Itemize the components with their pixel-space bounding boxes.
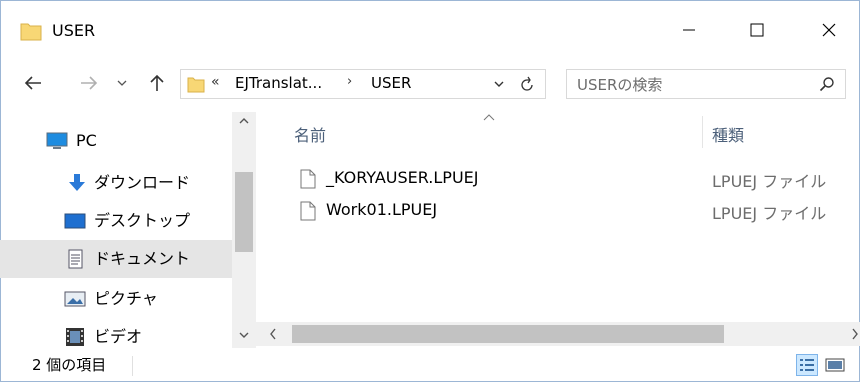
- recent-locations-button[interactable]: [114, 70, 130, 96]
- scrollbar-thumb[interactable]: [235, 172, 253, 252]
- address-bar[interactable]: « EJTranslat... › USER: [180, 69, 546, 99]
- breadcrumb-segment[interactable]: EJTranslat...: [235, 74, 322, 92]
- close-icon: [822, 23, 836, 37]
- video-icon: [66, 328, 84, 346]
- details-view-button[interactable]: [796, 354, 818, 376]
- sidebar-item-label: ビデオ: [94, 327, 143, 346]
- file-name: Work01.LPUEJ: [326, 200, 438, 219]
- sidebar-item-download[interactable]: ダウンロード: [0, 164, 232, 202]
- file-type: LPUEJ ファイル: [712, 204, 827, 223]
- documents-icon: [68, 249, 83, 269]
- file-row[interactable]: _KORYAUSER.LPUEJ LPUEJ ファイル: [256, 164, 860, 194]
- folder-icon: [187, 77, 205, 93]
- column-header: 名前 種類: [256, 112, 860, 152]
- back-arrow-icon: [24, 76, 41, 90]
- title-bar: USER: [0, 0, 860, 62]
- file-row[interactable]: Work01.LPUEJ LPUEJ ファイル: [256, 196, 860, 226]
- up-button[interactable]: [144, 70, 170, 96]
- sidebar-item-label: デスクトップ: [94, 211, 191, 230]
- sort-ascending-icon: [483, 114, 495, 121]
- forward-button[interactable]: [76, 70, 102, 96]
- download-icon: [69, 174, 85, 191]
- scroll-up-icon[interactable]: [238, 116, 250, 126]
- breadcrumb-segment[interactable]: USER: [371, 74, 411, 92]
- desktop-icon: [64, 213, 86, 229]
- sidebar-item-pictures[interactable]: ピクチャ: [0, 280, 232, 318]
- navigation-pane-scrollbar[interactable]: [232, 112, 256, 348]
- sidebar-item-label: ドキュメント: [94, 249, 191, 268]
- search-input[interactable]: [575, 70, 809, 100]
- address-overflow[interactable]: «: [211, 74, 220, 90]
- sidebar-item-label: PC: [76, 131, 97, 150]
- close-button[interactable]: [800, 8, 858, 52]
- up-arrow-icon: [150, 74, 164, 91]
- file-icon: [300, 201, 316, 221]
- details-view-icon: [800, 359, 814, 371]
- forward-arrow-icon: [81, 76, 98, 90]
- navigation-pane: PC ダウンロード デスクトップ ドキュメント ピクチャ ビデオ: [0, 112, 256, 348]
- maximize-icon: [750, 23, 764, 37]
- breadcrumb-separator[interactable]: ›: [347, 74, 352, 89]
- maximize-button[interactable]: [728, 8, 786, 52]
- file-icon: [300, 169, 316, 189]
- pictures-icon: [64, 291, 86, 307]
- large-icons-view-icon: [825, 358, 845, 372]
- chevron-down-icon[interactable]: [493, 76, 505, 92]
- sidebar-item-desktop[interactable]: デスクトップ: [0, 202, 232, 240]
- search-box[interactable]: [566, 69, 846, 100]
- minimize-button[interactable]: [660, 8, 718, 52]
- sidebar-item-label: ダウンロード: [94, 173, 191, 192]
- scroll-down-icon[interactable]: [238, 330, 250, 340]
- column-header-type[interactable]: 種類: [712, 122, 744, 146]
- search-icon[interactable]: [819, 76, 835, 92]
- large-icons-view-button[interactable]: [824, 354, 846, 376]
- sidebar-item-pc[interactable]: PC: [0, 122, 232, 160]
- status-divider: [132, 356, 133, 376]
- sidebar-item-documents[interactable]: ドキュメント: [0, 240, 232, 278]
- pc-icon: [46, 132, 68, 149]
- chevron-down-icon: [117, 80, 127, 86]
- scroll-left-icon[interactable]: [268, 325, 278, 343]
- content-horizontal-scrollbar[interactable]: [256, 322, 860, 346]
- folder-icon: [20, 23, 42, 41]
- refresh-icon[interactable]: [519, 75, 535, 93]
- item-count: 2 個の項目: [32, 356, 107, 374]
- sidebar-item-label: ピクチャ: [94, 289, 158, 308]
- scrollbar-thumb[interactable]: [292, 325, 724, 343]
- column-divider[interactable]: [702, 116, 703, 148]
- window-title: USER: [52, 21, 96, 40]
- status-bar: 2 個の項目: [0, 348, 860, 382]
- back-button[interactable]: [20, 70, 46, 96]
- minimize-icon: [683, 29, 695, 31]
- file-name: _KORYAUSER.LPUEJ: [326, 168, 479, 187]
- column-header-name[interactable]: 名前: [294, 122, 326, 146]
- file-type: LPUEJ ファイル: [712, 172, 827, 191]
- scroll-right-icon[interactable]: [850, 325, 860, 343]
- navigation-bar: « EJTranslat... › USER: [0, 62, 860, 104]
